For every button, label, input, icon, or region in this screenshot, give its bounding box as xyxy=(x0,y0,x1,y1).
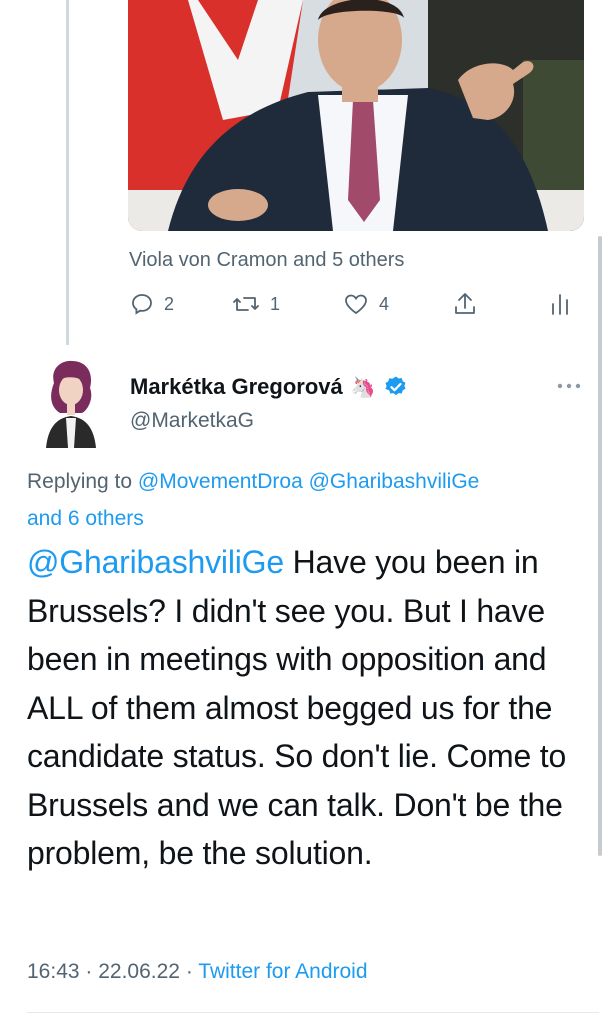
tweet-body: @GharibashviliGe Have you been in Brusse… xyxy=(27,538,597,878)
more-dots-icon xyxy=(557,383,581,389)
replying-to-mentions[interactable]: @MovementDroa @GharibashviliGe xyxy=(138,470,479,493)
meta-separator: · xyxy=(179,960,199,983)
tweet-action-bar: 2 1 4 xyxy=(130,288,590,322)
tweet-time[interactable]: 16:43 xyxy=(27,960,80,983)
reply-icon xyxy=(132,294,152,315)
author-handle[interactable]: @MarketkaG xyxy=(130,409,254,433)
liked-by-summary[interactable]: Viola von Cramon and 5 others xyxy=(129,249,404,272)
verified-badge-icon xyxy=(385,376,406,396)
replying-to-context: Replying to @MovementDroa @Gharibashvili… xyxy=(27,463,597,537)
share-button[interactable] xyxy=(453,288,477,320)
like-button[interactable]: 4 xyxy=(343,288,389,320)
scrollbar[interactable] xyxy=(598,236,602,856)
retweet-button[interactable]: 1 xyxy=(232,288,280,320)
tweet-source-link[interactable]: Twitter for Android xyxy=(198,960,367,983)
share-icon xyxy=(455,293,475,314)
replying-to-others-link[interactable]: and 6 others xyxy=(27,507,144,530)
retweet-icon xyxy=(233,297,259,311)
avatar-illustration xyxy=(46,360,96,448)
unicorn-emoji: 🦄 xyxy=(350,376,376,399)
replying-to-label: Replying to xyxy=(27,470,133,493)
thread-connector-line xyxy=(66,0,69,345)
tweet-date[interactable]: 22.06.22 xyxy=(98,960,180,983)
tweet-mention-link[interactable]: @GharibashviliGe xyxy=(27,544,284,580)
author-name-row[interactable]: Markétka Gregorová 🦄 xyxy=(130,374,408,400)
divider xyxy=(27,1012,599,1013)
more-options-button[interactable] xyxy=(556,378,582,396)
reply-count: 2 xyxy=(164,293,175,314)
photo-illustration xyxy=(128,0,584,231)
meta-separator: · xyxy=(79,960,99,983)
analytics-button[interactable] xyxy=(550,288,570,320)
retweet-count: 1 xyxy=(270,293,281,314)
like-count: 4 xyxy=(379,293,390,314)
analytics-icon xyxy=(552,294,568,315)
tweet-meta: 16:43 · 22.06.22 · Twitter for Android xyxy=(27,960,368,984)
reply-button[interactable]: 2 xyxy=(130,288,174,320)
like-icon xyxy=(345,294,367,315)
tweet-text-content: Have you been in Brussels? I didn't see … xyxy=(27,544,567,871)
avatar[interactable] xyxy=(36,358,106,448)
author-display-name[interactable]: Markétka Gregorová xyxy=(130,374,343,400)
tweet-media-image[interactable] xyxy=(128,0,584,231)
